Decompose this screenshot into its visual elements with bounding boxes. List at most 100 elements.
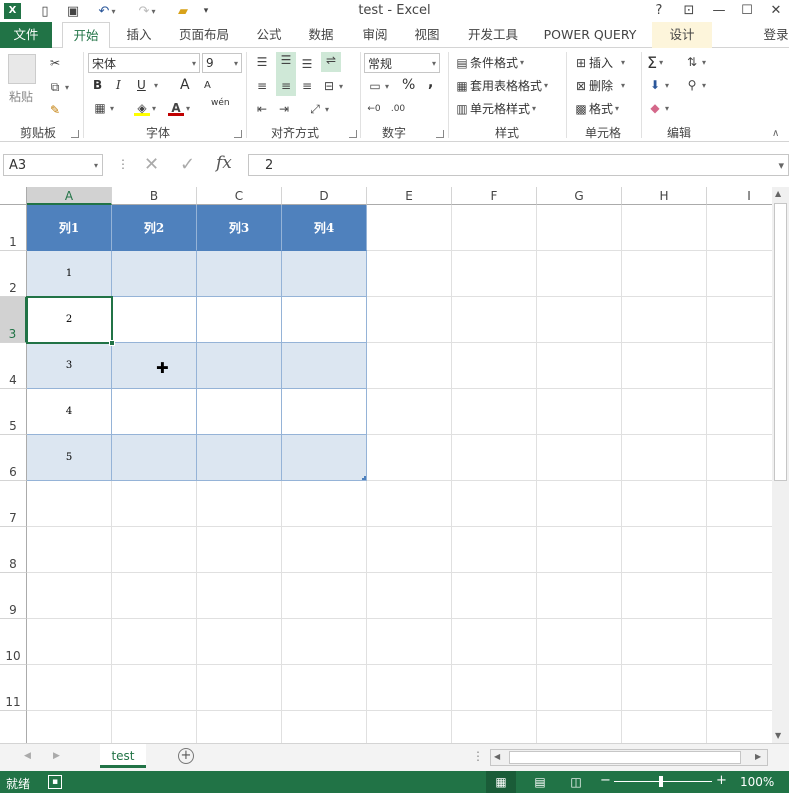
close-icon[interactable]: ✕ [763,1,789,21]
prev-sheet-icon[interactable]: ◀ [24,751,31,761]
underline-dropdown-icon[interactable]: ▾ [154,81,158,90]
bold-button[interactable]: B [93,78,102,92]
phonetic-button[interactable]: wén [211,98,230,108]
increase-decimal-icon[interactable]: ←0 [366,101,382,117]
table-cell[interactable] [197,297,282,343]
maximize-icon[interactable]: ☐ [734,1,760,21]
delete-cells-button[interactable]: ⊠ 删除 ▾ [573,77,625,94]
name-box[interactable]: A3 ▾ [3,154,103,176]
row-header-8[interactable]: 8 [0,527,27,573]
zoom-out-icon[interactable]: − [600,773,611,788]
column-header-f[interactable]: F [452,187,537,205]
insert-function-button[interactable]: fx [216,153,232,173]
table-cell[interactable] [112,389,197,435]
grow-font-button[interactable]: A [180,77,190,93]
table-header-cell[interactable]: 列4 [282,205,367,251]
decrease-indent-icon[interactable]: ⇤ [254,101,270,117]
ribbon-display-icon[interactable]: ⊡ [676,1,702,21]
border-button[interactable]: ▦ ▾ [92,100,114,116]
column-header-i[interactable]: I [707,187,772,205]
tab-file[interactable]: 文件 [0,22,52,48]
format-painter-icon[interactable]: ✎ [47,102,63,118]
zoom-slider-track[interactable] [614,781,712,782]
fill-color-button[interactable]: ◈ ▾ [134,100,156,116]
tab-insert[interactable]: 插入 [118,22,160,48]
table-cell[interactable] [197,389,282,435]
vertical-scrollbar[interactable]: ▲ ▼ [772,187,789,743]
row-header-11[interactable]: 11 [0,665,27,711]
table-cell[interactable] [112,435,197,481]
row-header-5[interactable]: 5 [0,389,27,435]
row-header-1[interactable]: 1 [0,205,27,251]
confirm-entry-icon[interactable]: ✓ [180,154,195,175]
column-header-e[interactable]: E [367,187,452,205]
align-right-icon[interactable]: ≡ [299,78,315,94]
minimize-icon[interactable]: — [706,1,732,21]
italic-button[interactable]: I [116,78,121,92]
table-resize-handle[interactable] [362,476,366,480]
fill-button[interactable]: ⬇ ▾ [647,77,669,93]
table-cell[interactable] [282,297,367,343]
orientation-button[interactable]: ⤢ ▾ [307,101,329,117]
format-cells-button[interactable]: ▩ 格式 ▾ [573,100,619,117]
table-cell[interactable] [112,343,197,389]
scroll-left-icon[interactable]: ◀ [494,752,500,761]
table-cell[interactable] [282,251,367,297]
normal-view-icon[interactable]: ▦ [486,771,516,793]
table-cell[interactable]: 5 [27,435,112,481]
row-header-9[interactable]: 9 [0,573,27,619]
column-header-g[interactable]: G [537,187,622,205]
formula-bar-more-icon[interactable]: ⋮ [117,157,129,171]
find-select-button[interactable]: ⚲ ▾ [684,77,706,93]
merge-button[interactable]: ⊟ ▾ [321,78,343,94]
scroll-up-icon[interactable]: ▲ [775,189,781,198]
wrap-text-icon[interactable]: ⇌ [321,52,341,72]
collapse-ribbon-icon[interactable]: ∧ [772,128,779,139]
clear-button[interactable]: ◆ ▾ [647,100,669,116]
paste-icon[interactable] [8,54,36,84]
decrease-decimal-icon[interactable]: .00 [390,101,406,117]
zoom-slider-thumb[interactable] [659,776,663,787]
paste-button[interactable]: 粘贴 [9,88,33,105]
row-header-2[interactable]: 2 [0,251,27,297]
tab-review[interactable]: 审阅 [354,22,396,48]
row-header-4[interactable]: 4 [0,343,27,389]
font-size-select[interactable]: 9 ▾ [202,53,242,73]
number-format-select[interactable]: 常规 ▾ [364,53,440,73]
tab-developer[interactable]: 开发工具 [462,22,524,48]
macro-record-icon[interactable]: ▪ [48,775,62,789]
bottom-align-icon[interactable]: ☰ [299,56,315,72]
column-header-d[interactable]: D [282,187,367,205]
tab-home[interactable]: 开始 [62,22,110,49]
tab-design[interactable]: 设计 [652,22,712,48]
column-header-c[interactable]: C [197,187,282,205]
column-header-h[interactable]: H [622,187,707,205]
table-cell[interactable] [112,297,197,343]
row-header-3[interactable]: 3 [0,297,27,343]
table-cell[interactable]: 1 [27,251,112,297]
table-header-cell[interactable]: 列1 [27,205,112,251]
table-cell[interactable] [282,343,367,389]
cut-icon[interactable]: ✂ [47,55,63,71]
row-header-10[interactable]: 10 [0,619,27,665]
number-launcher-icon[interactable] [436,130,444,138]
autosum-button[interactable]: Σ ▾ [647,53,663,72]
tab-formulas[interactable]: 公式 [248,22,290,48]
percent-button[interactable]: % [402,77,415,93]
page-layout-view-icon[interactable]: ▤ [530,771,550,793]
row-header-6[interactable]: 6 [0,435,27,481]
horizontal-scroll-thumb[interactable] [509,751,741,764]
font-launcher-icon[interactable] [234,130,242,138]
conditional-format-button[interactable]: ▤ 条件格式 ▾ [454,54,524,71]
shrink-font-button[interactable]: A [204,80,211,91]
page-break-view-icon[interactable]: ◫ [566,771,586,793]
tab-power-query[interactable]: POWER QUERY [538,22,642,48]
cancel-entry-icon[interactable]: ✕ [144,154,159,175]
accounting-format-button[interactable]: ▭ ▾ [367,78,389,94]
tab-split-icon[interactable]: ⋮ [472,749,484,763]
table-cell[interactable]: 3 [27,343,112,389]
format-as-table-button[interactable]: ▦ 套用表格格式 ▾ [454,77,548,94]
table-cell[interactable] [197,343,282,389]
add-sheet-icon[interactable]: + [178,748,194,764]
sheet-tab-test[interactable]: test [100,744,146,768]
